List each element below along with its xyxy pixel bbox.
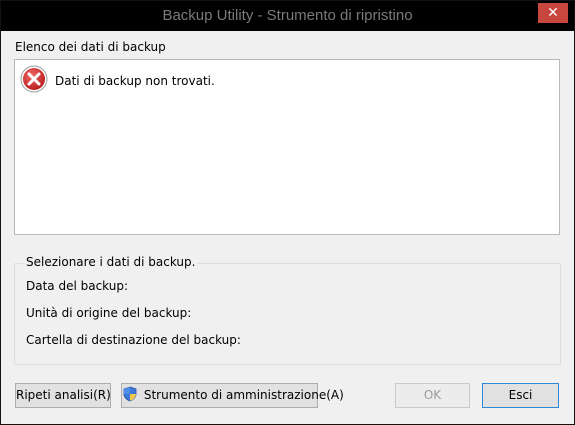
backup-destination-label: Cartella di destinazione del backup: bbox=[26, 333, 241, 347]
exit-button-label: Esci bbox=[508, 388, 533, 402]
dialog-content: Elenco dei dati di backup Dati di backup… bbox=[8, 31, 567, 416]
group-title: Selezionare i dati di backup. bbox=[23, 255, 199, 269]
shield-icon bbox=[123, 386, 137, 402]
error-icon bbox=[20, 65, 48, 93]
rescan-button-label: Ripeti analisi(R) bbox=[16, 388, 111, 402]
title-bar[interactable]: Backup Utility - Strumento di ripristino… bbox=[1, 1, 574, 31]
ok-button[interactable]: OK bbox=[395, 383, 470, 408]
backup-list-label: Elenco dei dati di backup bbox=[15, 40, 166, 54]
backup-list[interactable]: Dati di backup non trovati. bbox=[14, 59, 560, 235]
rescan-button[interactable]: Ripeti analisi(R) bbox=[15, 383, 111, 408]
ok-button-label: OK bbox=[423, 388, 442, 402]
admin-tool-button-label: Strumento di amministrazione(A) bbox=[143, 388, 344, 402]
exit-button[interactable]: Esci bbox=[482, 383, 559, 408]
close-icon: ✕ bbox=[547, 5, 559, 21]
backup-date-label: Data del backup: bbox=[26, 279, 129, 293]
admin-tool-button[interactable]: Strumento di amministrazione(A) bbox=[121, 383, 344, 408]
dialog-window: Backup Utility - Strumento di ripristino… bbox=[0, 0, 575, 425]
list-item-text: Dati di backup non trovati. bbox=[55, 74, 215, 88]
window-title: Backup Utility - Strumento di ripristino bbox=[162, 7, 413, 24]
close-button[interactable]: ✕ bbox=[538, 3, 568, 23]
backup-details-group: Selezionare i dati di backup. Data del b… bbox=[14, 255, 561, 365]
backup-source-label: Unità di origine del backup: bbox=[26, 306, 192, 320]
